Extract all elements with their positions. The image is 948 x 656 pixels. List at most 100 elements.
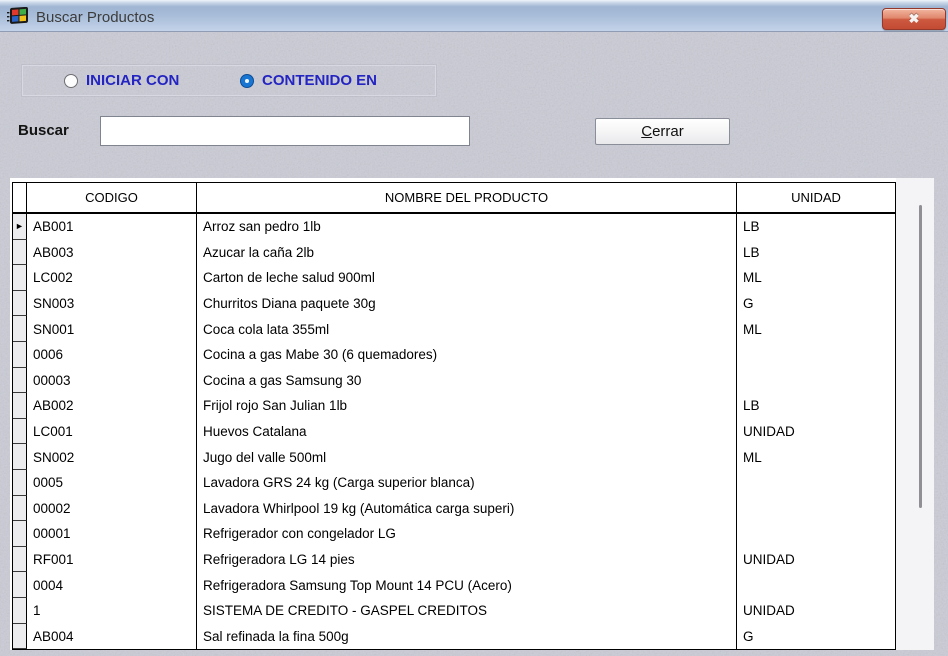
cell-codigo[interactable]: AB001: [27, 214, 197, 240]
cell-nombre[interactable]: Arroz san pedro 1lb: [197, 214, 737, 240]
cell-codigo[interactable]: RF001: [27, 547, 197, 573]
cell-unidad[interactable]: LB: [737, 393, 895, 419]
cell-unidad[interactable]: G: [737, 291, 895, 317]
cell-unidad[interactable]: UNIDAD: [737, 598, 895, 624]
table-row[interactable]: 00002 Lavadora Whirlpool 19 kg (Automáti…: [13, 496, 895, 522]
cell-nombre[interactable]: Refrigeradora LG 14 pies: [197, 547, 737, 573]
cell-codigo[interactable]: SN002: [27, 444, 197, 470]
table-row[interactable]: 0006 Cocina a gas Mabe 30 (6 quemadores): [13, 342, 895, 368]
row-selector-cell[interactable]: [13, 624, 27, 650]
row-selector-cell[interactable]: [13, 444, 27, 470]
cerrar-accelerator: C: [641, 123, 652, 140]
cell-nombre[interactable]: Sal refinada la fina 500g: [197, 624, 737, 650]
cell-nombre[interactable]: Carton de leche salud 900ml: [197, 265, 737, 291]
table-row[interactable]: 00003 Cocina a gas Samsung 30: [13, 368, 895, 394]
cell-codigo[interactable]: 0005: [27, 470, 197, 496]
table-row[interactable]: LC002 Carton de leche salud 900ml ML: [13, 265, 895, 291]
header-codigo: CODIGO: [27, 183, 197, 212]
cell-unidad[interactable]: ML: [737, 265, 895, 291]
table-row[interactable]: SN003 Churritos Diana paquete 30g G: [13, 291, 895, 317]
cell-nombre[interactable]: Refrigeradora Samsung Top Mount 14 PCU (…: [197, 572, 737, 598]
close-window-button[interactable]: ✖: [882, 8, 946, 30]
cell-codigo[interactable]: AB003: [27, 240, 197, 266]
row-selector-cell[interactable]: [13, 521, 27, 547]
table-row[interactable]: SN002 Jugo del valle 500ml ML: [13, 444, 895, 470]
radio-selected-icon[interactable]: [240, 74, 254, 88]
cell-unidad[interactable]: [737, 470, 895, 496]
table-row[interactable]: AB003 Azucar la caña 2lb LB: [13, 240, 895, 266]
cell-unidad[interactable]: ML: [737, 316, 895, 342]
table-row[interactable]: SN001 Coca cola lata 355ml ML: [13, 316, 895, 342]
radio-option-contenido-en[interactable]: CONTENIDO EN: [240, 66, 377, 95]
table-row[interactable]: 0005 Lavadora GRS 24 kg (Carga superior …: [13, 470, 895, 496]
search-label: Buscar: [18, 122, 69, 139]
cell-nombre[interactable]: Refrigerador con congelador LG: [197, 521, 737, 547]
cell-codigo[interactable]: LC002: [27, 265, 197, 291]
radio-option-iniciar-con[interactable]: INICIAR CON: [64, 66, 179, 95]
cell-unidad[interactable]: LB: [737, 214, 895, 240]
cell-nombre[interactable]: Lavadora Whirlpool 19 kg (Automática car…: [197, 496, 737, 522]
row-selector-cell[interactable]: [13, 265, 27, 291]
cell-codigo[interactable]: AB004: [27, 624, 197, 650]
row-selector-cell[interactable]: [13, 496, 27, 522]
table-row[interactable]: AB002 Frijol rojo San Julian 1lb LB: [13, 393, 895, 419]
search-mode-group: INICIAR CON CONTENIDO EN: [22, 65, 436, 96]
cell-nombre[interactable]: Lavadora GRS 24 kg (Carga superior blanc…: [197, 470, 737, 496]
row-selector-cell[interactable]: [13, 240, 27, 266]
cell-unidad[interactable]: [737, 342, 895, 368]
cell-unidad[interactable]: G: [737, 624, 895, 650]
cell-codigo[interactable]: 1: [27, 598, 197, 624]
cell-nombre[interactable]: Coca cola lata 355ml: [197, 316, 737, 342]
cell-unidad[interactable]: UNIDAD: [737, 547, 895, 573]
row-selector-cell[interactable]: [13, 547, 27, 573]
cell-unidad[interactable]: LB: [737, 240, 895, 266]
row-selector-cell[interactable]: [13, 342, 27, 368]
cell-nombre[interactable]: Jugo del valle 500ml: [197, 444, 737, 470]
cell-unidad[interactable]: [737, 572, 895, 598]
cell-nombre[interactable]: Cocina a gas Mabe 30 (6 quemadores): [197, 342, 737, 368]
row-selector-cell[interactable]: [13, 470, 27, 496]
cell-codigo[interactable]: 00003: [27, 368, 197, 394]
cell-nombre[interactable]: Cocina a gas Samsung 30: [197, 368, 737, 394]
cell-codigo[interactable]: 00001: [27, 521, 197, 547]
vertical-scrollbar[interactable]: [896, 178, 934, 650]
table-row[interactable]: LC001 Huevos Catalana UNIDAD: [13, 419, 895, 445]
cell-unidad[interactable]: [737, 521, 895, 547]
cell-codigo[interactable]: LC001: [27, 419, 197, 445]
search-input[interactable]: [100, 116, 470, 146]
cell-nombre[interactable]: Churritos Diana paquete 30g: [197, 291, 737, 317]
row-selector-cell[interactable]: [13, 393, 27, 419]
cell-codigo[interactable]: 0006: [27, 342, 197, 368]
cell-nombre[interactable]: Frijol rojo San Julian 1lb: [197, 393, 737, 419]
titlebar[interactable]: Buscar Productos ✖: [0, 0, 948, 32]
cell-codigo[interactable]: AB002: [27, 393, 197, 419]
table-row[interactable]: AB004 Sal refinada la fina 500g G: [13, 624, 895, 650]
cell-unidad[interactable]: [737, 496, 895, 522]
table-row[interactable]: RF001 Refrigeradora LG 14 pies UNIDAD: [13, 547, 895, 573]
cerrar-button[interactable]: Cerrar: [595, 118, 730, 145]
radio-unselected-icon[interactable]: [64, 74, 78, 88]
row-selector-cell[interactable]: [13, 291, 27, 317]
cell-codigo[interactable]: 00002: [27, 496, 197, 522]
cell-nombre[interactable]: SISTEMA DE CREDITO - GASPEL CREDITOS: [197, 598, 737, 624]
cell-codigo[interactable]: 0004: [27, 572, 197, 598]
row-selector-cell[interactable]: [13, 598, 27, 624]
cell-unidad[interactable]: [737, 368, 895, 394]
cell-nombre[interactable]: Azucar la caña 2lb: [197, 240, 737, 266]
scrollbar-thumb[interactable]: [919, 205, 922, 508]
cell-unidad[interactable]: UNIDAD: [737, 419, 895, 445]
cell-codigo[interactable]: SN003: [27, 291, 197, 317]
table-row[interactable]: 0004 Refrigeradora Samsung Top Mount 14 …: [13, 572, 895, 598]
cell-codigo[interactable]: SN001: [27, 316, 197, 342]
row-selector-cell[interactable]: [13, 572, 27, 598]
table-row[interactable]: 00001 Refrigerador con congelador LG: [13, 521, 895, 547]
table-row[interactable]: ► AB001 Arroz san pedro 1lb LB: [13, 214, 895, 240]
table-row[interactable]: 1 SISTEMA DE CREDITO - GASPEL CREDITOS U…: [13, 598, 895, 624]
row-selector-cell[interactable]: [13, 419, 27, 445]
row-selector-cell[interactable]: [13, 316, 27, 342]
cell-nombre[interactable]: Huevos Catalana: [197, 419, 737, 445]
row-pointer-icon: ►: [15, 222, 24, 231]
row-selector-cell[interactable]: [13, 368, 27, 394]
cell-unidad[interactable]: ML: [737, 444, 895, 470]
row-selector-cell[interactable]: ►: [13, 214, 27, 240]
